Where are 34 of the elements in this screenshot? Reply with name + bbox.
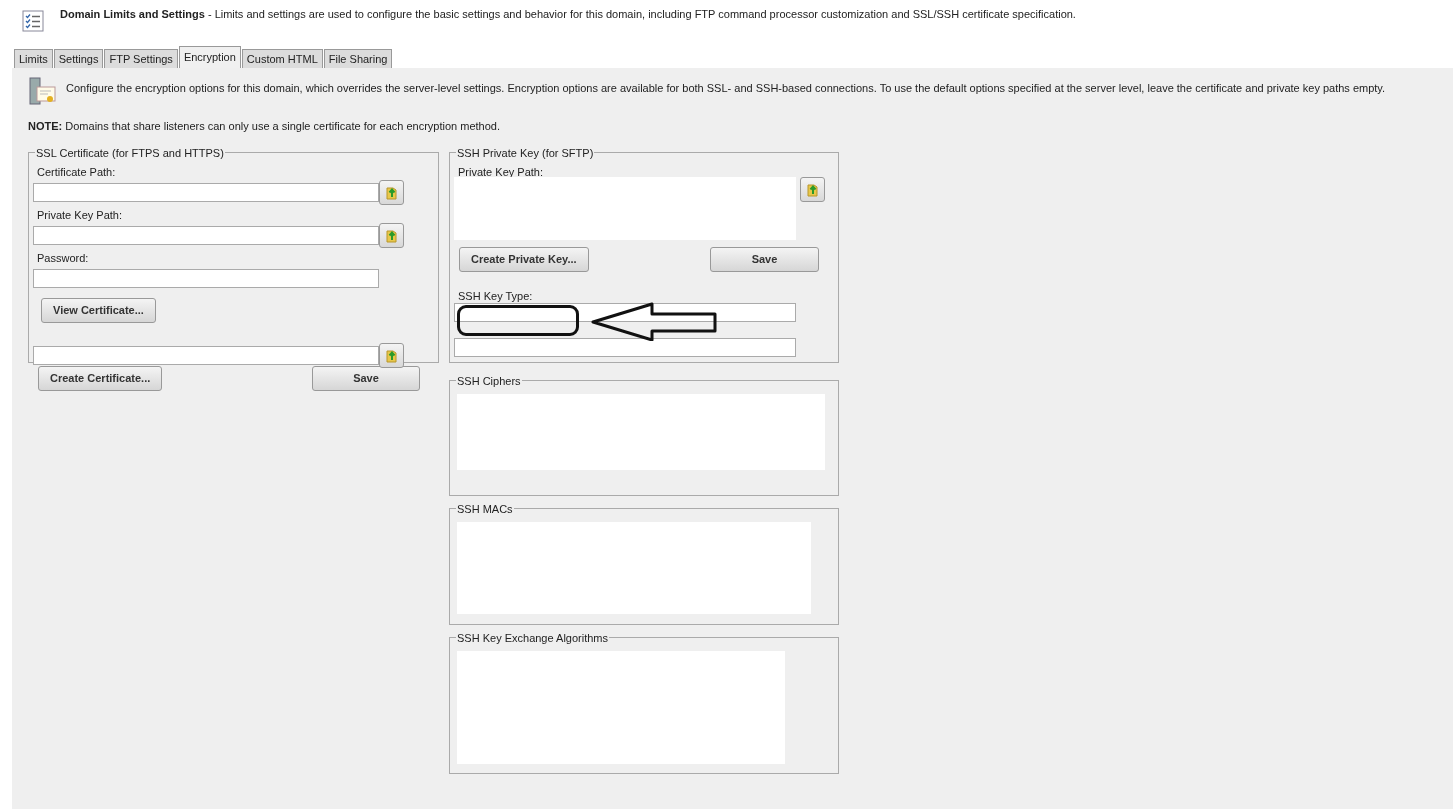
field-label: Private Key Path:	[36, 208, 123, 223]
folder-icon	[804, 181, 821, 198]
browse-folder-button[interactable]	[800, 177, 825, 202]
browse-folder-button[interactable]	[379, 343, 404, 368]
save-button[interactable]: Save	[312, 366, 420, 391]
note-text: NOTE: Domains that share listeners can only use a single certificate for each encryption method.	[27, 119, 502, 134]
certificate-server-icon	[28, 76, 58, 108]
page-description: Domain Limits and Settings - Limits and settings are used to configure the basic settings and behavior for this domain, including FTP command processor customization and SSL/SSH certificate specification.	[60, 7, 1076, 22]
text-field[interactable]	[33, 346, 379, 365]
save-button[interactable]: Save	[710, 247, 819, 272]
tab[interactable]: File Sharing	[323, 49, 393, 68]
folder-icon	[383, 347, 400, 364]
view-certificate-button[interactable]: View Certificate...	[41, 298, 156, 323]
field-label: SSH Key Type:	[457, 289, 534, 303]
browse-folder-button[interactable]	[379, 180, 404, 205]
tab[interactable]: Settings	[53, 49, 104, 68]
intro-text: Configure the encryption options for this domain, which overrides the server-level settings. Encryption options are available for both SSL- and SSH-based connections. To use the default options specified at the server level, leave the certificate and private key paths empty.	[66, 81, 1386, 96]
tab[interactable]: Custom HTML	[241, 49, 323, 68]
folder-icon	[383, 184, 400, 201]
field-label: Certificate Path:	[36, 165, 117, 180]
create-certificate-button[interactable]: Create Certificate...	[38, 366, 163, 391]
browse-folder-button[interactable]	[379, 223, 404, 248]
create-private-key-button[interactable]: Create Private Key...	[459, 247, 589, 272]
folder-icon	[383, 227, 400, 244]
field-label: Password:	[36, 251, 90, 266]
tab[interactable]: Limits	[14, 49, 53, 68]
text-field[interactable]	[33, 226, 379, 245]
text-field[interactable]	[454, 338, 796, 357]
tab[interactable]: Encryption	[178, 46, 241, 68]
tab[interactable]: FTP Settings	[104, 49, 178, 68]
field-label: Private Key Path:	[457, 165, 544, 177]
text-field[interactable]	[33, 183, 379, 202]
checklist-icon	[22, 10, 44, 32]
text-field[interactable]	[33, 269, 379, 288]
